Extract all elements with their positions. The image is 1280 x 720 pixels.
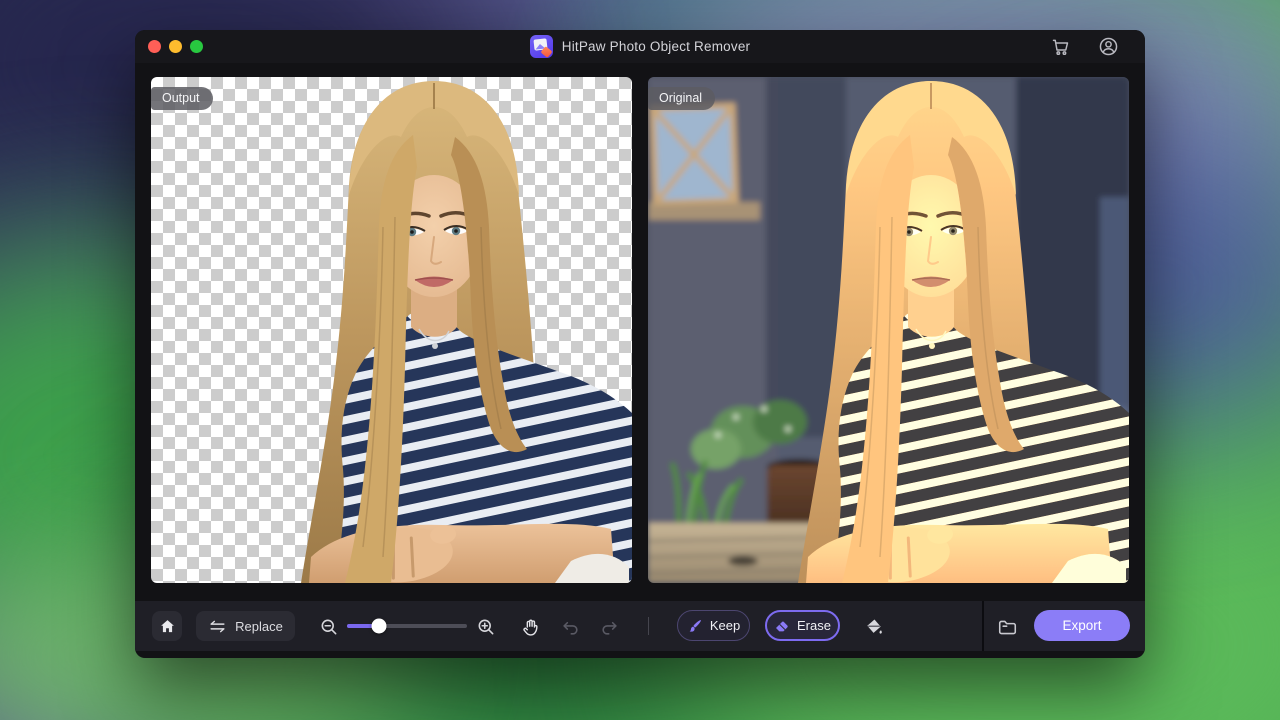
- erase-button[interactable]: Erase: [765, 610, 840, 641]
- account-icon[interactable]: [1098, 36, 1119, 57]
- app-logo-icon: [530, 35, 553, 58]
- folder-icon[interactable]: [996, 616, 1018, 638]
- keep-label: Keep: [710, 618, 740, 633]
- keep-button[interactable]: Keep: [677, 610, 750, 641]
- export-label: Export: [1062, 618, 1101, 633]
- eraser-icon: [774, 618, 790, 634]
- fill-bucket-icon[interactable]: [863, 616, 885, 638]
- original-badge: Original: [648, 87, 715, 110]
- erase-label: Erase: [797, 618, 831, 633]
- output-badge: Output: [151, 87, 213, 110]
- redo-icon[interactable]: [598, 616, 620, 638]
- replace-button[interactable]: Replace: [196, 611, 295, 641]
- zoom-slider-thumb[interactable]: [372, 619, 387, 634]
- cart-icon[interactable]: [1050, 36, 1071, 57]
- output-preview-panel[interactable]: Output: [151, 77, 632, 583]
- brush-icon: [687, 618, 703, 634]
- zoom-slider[interactable]: [347, 624, 467, 628]
- original-preview-panel[interactable]: Original: [648, 77, 1129, 583]
- title-group: HitPaw Photo Object Remover: [530, 35, 750, 58]
- output-cutout-image: [151, 77, 632, 583]
- undo-icon[interactable]: [559, 616, 581, 638]
- home-button[interactable]: [152, 611, 182, 641]
- original-selected-subject: [648, 77, 1129, 583]
- zoom-button[interactable]: [190, 40, 203, 53]
- home-icon: [159, 618, 176, 635]
- close-button[interactable]: [148, 40, 161, 53]
- toolbar: Replace: [135, 601, 1145, 651]
- zoom-out-icon[interactable]: [318, 616, 340, 638]
- app-window: HitPaw Photo Object Remover Output: [135, 30, 1145, 658]
- titlebar-actions: [1050, 30, 1119, 63]
- export-button[interactable]: Export: [1034, 610, 1130, 641]
- swap-icon: [208, 619, 227, 634]
- zoom-in-icon[interactable]: [475, 616, 497, 638]
- minimize-button[interactable]: [169, 40, 182, 53]
- titlebar: HitPaw Photo Object Remover: [135, 30, 1145, 63]
- replace-label: Replace: [235, 619, 283, 634]
- toolbar-divider: [648, 617, 649, 635]
- window-title: HitPaw Photo Object Remover: [562, 39, 750, 54]
- pan-hand-icon[interactable]: [519, 616, 541, 638]
- traffic-lights: [148, 40, 203, 53]
- toolbar-section-divider: [982, 601, 984, 651]
